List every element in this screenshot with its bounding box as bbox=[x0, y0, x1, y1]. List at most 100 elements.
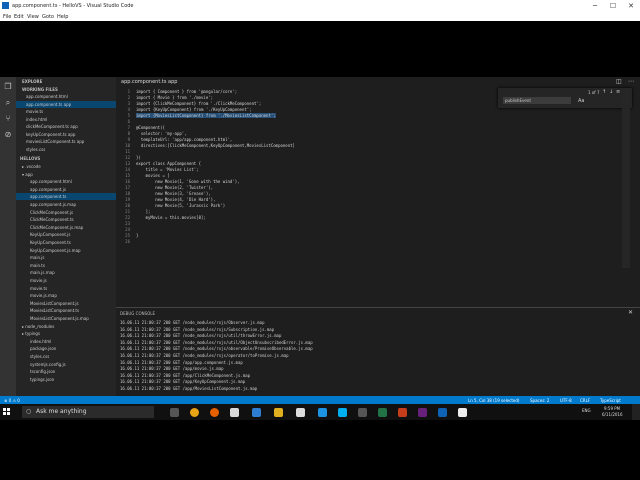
code-line[interactable]: directives:[ClickMeComponent,KeyUpCompon… bbox=[136, 143, 295, 148]
minimize-button[interactable]: ─ bbox=[586, 0, 604, 12]
edge-icon[interactable] bbox=[252, 408, 261, 417]
file-tree-item[interactable]: index.html bbox=[30, 338, 51, 345]
code-line[interactable]: import { Component } from '@angular/core… bbox=[136, 89, 237, 94]
file-tree-item[interactable]: ClickMeComponent.js bbox=[30, 209, 73, 216]
code-line[interactable]: ]; bbox=[136, 209, 151, 214]
menu-file[interactable]: File bbox=[3, 14, 11, 20]
code-line[interactable]: new Movie(4, 'Die Hard'), bbox=[136, 197, 215, 202]
working-file-item[interactable]: moviesListComponent.ts app bbox=[26, 138, 84, 145]
editor-area[interactable]: 1 import { Component } from '@angular/cor… bbox=[116, 77, 640, 307]
firefox-icon[interactable] bbox=[210, 408, 219, 417]
taskbar-search-box[interactable]: ○ Ask me anything bbox=[22, 406, 154, 418]
skype-icon[interactable] bbox=[338, 408, 347, 417]
app-icon-2[interactable] bbox=[458, 408, 467, 417]
file-tree-item[interactable]: app.component.html bbox=[30, 178, 72, 185]
explorer-icon[interactable]: ❐ bbox=[4, 83, 12, 91]
chrome-icon[interactable] bbox=[190, 408, 199, 417]
working-file-item[interactable]: index.html bbox=[26, 116, 47, 123]
visual-studio-icon[interactable] bbox=[418, 408, 427, 417]
excel-icon[interactable] bbox=[378, 408, 387, 417]
file-tree-item[interactable]: movie.ts bbox=[30, 285, 47, 292]
code-line[interactable]: movies = [ bbox=[136, 173, 170, 178]
encoding[interactable]: UTF-8 bbox=[560, 398, 572, 403]
problems-indicator[interactable]: ⊗ 0 ⚠ 0 bbox=[4, 398, 20, 403]
language-mode[interactable]: TypeScript bbox=[600, 398, 621, 403]
code-line[interactable]: import { Movie } from './movie'; bbox=[136, 95, 213, 100]
find-prev-button[interactable]: ↑ bbox=[602, 89, 606, 95]
find-input[interactable]: publishEvent bbox=[503, 97, 571, 104]
find-next-button[interactable]: ↓ bbox=[609, 89, 613, 95]
code-line[interactable]: selector: 'my-app', bbox=[136, 131, 187, 136]
working-file-item[interactable]: app.component.ts app bbox=[16, 100, 116, 108]
working-file-item[interactable]: keyUpComponent.ts app bbox=[26, 131, 75, 138]
find-in-selection-button[interactable]: ≡ bbox=[616, 89, 620, 95]
code-line[interactable]: }) bbox=[136, 155, 141, 160]
code-line[interactable]: @Component({ bbox=[136, 125, 165, 130]
search-icon[interactable]: ⌕ bbox=[4, 99, 12, 107]
split-editor-icon[interactable]: ◫ bbox=[616, 78, 622, 85]
app-icon-1[interactable] bbox=[358, 408, 367, 417]
close-window-button[interactable]: ✕ bbox=[622, 0, 640, 12]
menu-edit[interactable]: Edit bbox=[14, 14, 24, 20]
folder-icon[interactable] bbox=[274, 408, 283, 417]
store-icon[interactable] bbox=[296, 408, 305, 417]
file-tree-item[interactable]: main.ts bbox=[30, 262, 45, 269]
minimap[interactable] bbox=[622, 88, 630, 268]
code-line[interactable]: } bbox=[136, 233, 138, 238]
vscode-taskbar-icon[interactable] bbox=[438, 408, 447, 417]
file-tree-item[interactable]: movie.js bbox=[30, 277, 47, 284]
file-tree-item[interactable]: MoviesListComponent.js bbox=[30, 300, 79, 307]
working-file-item[interactable]: styles.css bbox=[26, 146, 45, 153]
code-line[interactable]: import {ClickMeComponent} from './ClickM… bbox=[136, 101, 261, 106]
file-tree-item[interactable]: ▸ .vscode bbox=[22, 163, 41, 170]
file-tree-item[interactable]: KeyUpComponent.ts bbox=[30, 239, 71, 246]
clock-time[interactable]: 9:59 PM bbox=[604, 406, 620, 411]
file-tree-item[interactable]: systemjs.config.js bbox=[30, 361, 66, 368]
file-tree-item[interactable]: ▸ typings bbox=[22, 330, 40, 337]
file-tree-item[interactable]: KeyUpComponent.js bbox=[30, 231, 70, 238]
mail-icon[interactable] bbox=[318, 408, 327, 417]
code-line[interactable]: import {KeyUpComponent} from './KeyUpCom… bbox=[136, 107, 252, 112]
file-tree-item[interactable]: ClickMeComponent.js.map bbox=[30, 224, 83, 231]
code-line[interactable]: new Movie(2, 'Twister'), bbox=[136, 185, 213, 190]
project-header[interactable]: HELLOVS bbox=[20, 155, 40, 162]
cursor-position[interactable]: Ln 5, Col 38 (19 selected) bbox=[468, 398, 519, 403]
windows-start-icon[interactable] bbox=[3, 408, 11, 416]
file-tree-item[interactable]: app.component.ts bbox=[16, 193, 116, 201]
indentation[interactable]: Spaces: 2 bbox=[530, 398, 549, 403]
input-language[interactable]: ENG bbox=[582, 408, 591, 413]
file-tree-item[interactable]: ClickMeComponent.ts bbox=[30, 216, 74, 223]
code-line[interactable]: myMovie = this.movies[0]; bbox=[136, 215, 206, 220]
working-file-item[interactable]: clickMeComponent.ts app bbox=[26, 123, 78, 130]
file-tree-item[interactable]: main.js.map bbox=[30, 269, 55, 276]
menu-goto[interactable]: Goto bbox=[42, 14, 54, 20]
clock-date[interactable]: 6/11/2016 bbox=[602, 412, 623, 417]
file-tree-item[interactable]: ▾ app bbox=[22, 171, 33, 178]
code-line[interactable]: templateUrl: 'app/app.component.html', bbox=[136, 137, 233, 142]
replace-toggle-icon[interactable]: Aa bbox=[578, 98, 584, 104]
working-files-header[interactable]: WORKING FILES bbox=[22, 86, 58, 93]
file-tree-item[interactable]: MoviesListComponent.js.map bbox=[30, 315, 89, 322]
file-tree-item[interactable]: KeyUpComponent.js.map bbox=[30, 247, 81, 254]
working-file-item[interactable]: app.component.html bbox=[26, 93, 68, 100]
file-tree-item[interactable]: ▸ node_modules bbox=[22, 323, 54, 330]
file-tree-item[interactable]: app.component.js bbox=[30, 186, 66, 193]
menu-view[interactable]: View bbox=[27, 14, 39, 20]
more-actions-icon[interactable]: ⋯ bbox=[628, 78, 634, 85]
file-tree-item[interactable]: package.json bbox=[30, 345, 56, 352]
file-explorer-icon[interactable] bbox=[230, 408, 239, 417]
powerpoint-icon[interactable] bbox=[398, 408, 407, 417]
file-tree-item[interactable]: movie.js.map bbox=[30, 292, 57, 299]
code-line[interactable]: export class AppComponent { bbox=[136, 161, 201, 166]
git-icon[interactable]: ⑂ bbox=[4, 115, 12, 123]
file-tree-item[interactable]: MoviesListComponent.ts bbox=[30, 307, 79, 314]
file-tree-item[interactable]: tsconfig.json bbox=[30, 368, 55, 375]
code-line[interactable]: import {MoviesListComponent} from './Mov… bbox=[136, 113, 276, 118]
file-tree-item[interactable]: styles.css bbox=[30, 353, 49, 360]
code-line[interactable]: new Movie(5, 'Jurassic Park') bbox=[136, 203, 225, 208]
menu-help[interactable]: Help bbox=[57, 14, 68, 20]
line-ending[interactable]: CRLF bbox=[580, 398, 590, 403]
panel-close-icon[interactable]: ✕ bbox=[628, 309, 633, 316]
debug-icon[interactable]: ⊘ bbox=[4, 131, 12, 139]
working-file-item[interactable]: movie.ts bbox=[26, 108, 43, 115]
